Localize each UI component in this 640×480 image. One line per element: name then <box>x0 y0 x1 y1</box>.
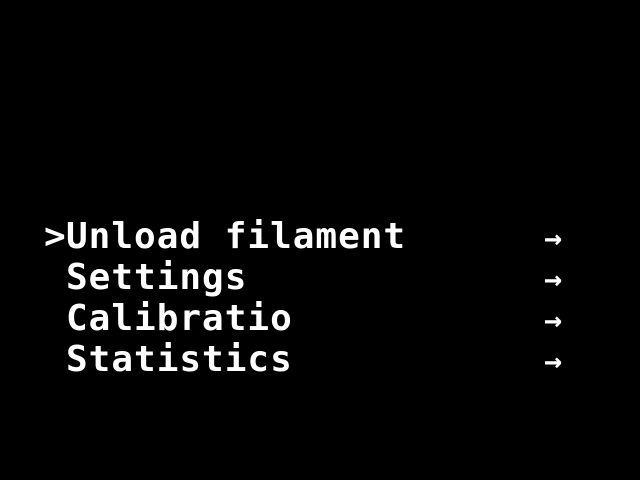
menu-item-unload-filament[interactable]: > Unload filament → <box>44 216 584 257</box>
submenu-arrow-icon: → <box>544 303 564 338</box>
selection-cursor: > <box>44 216 67 257</box>
menu-item-label: Unload filament <box>66 216 407 257</box>
submenu-arrow-icon: → <box>544 344 564 379</box>
menu-item-statistics[interactable]: Statistics → <box>44 339 584 380</box>
main-menu: > Unload filament → Settings → Calibrati… <box>44 216 604 380</box>
submenu-arrow-icon: → <box>544 221 564 256</box>
menu-item-label: Settings <box>66 257 248 298</box>
submenu-arrow-icon: → <box>544 262 564 297</box>
lcd-screen: > Unload filament → Settings → Calibrati… <box>0 0 640 480</box>
menu-item-settings[interactable]: Settings → <box>44 257 584 298</box>
menu-item-calibration[interactable]: Calibratio → <box>44 298 584 339</box>
menu-item-label: Statistics <box>66 339 293 380</box>
menu-item-label: Calibratio <box>66 298 293 339</box>
